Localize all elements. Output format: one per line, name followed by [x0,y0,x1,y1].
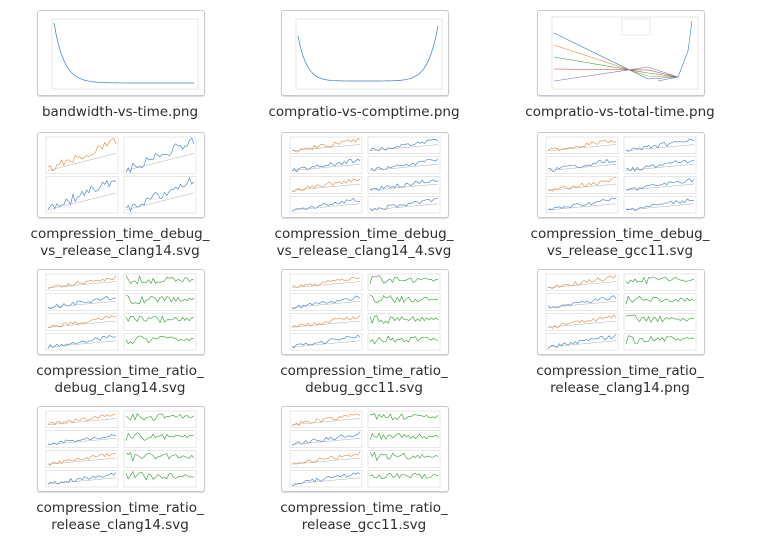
file-name[interactable]: compratio-vs-comptime.png [244,104,484,121]
thumbnail-image [45,273,197,351]
thumbnail-image [289,410,441,488]
thumbnail-image [295,18,443,90]
thumbnail-image [45,410,197,488]
file-thumbnail[interactable] [37,406,205,492]
thumbnail-image [545,273,697,351]
file-thumbnail[interactable] [281,406,449,492]
file-name[interactable]: compression_time_debug_ vs_release_clang… [0,226,240,260]
file-thumbnail[interactable] [37,132,205,218]
thumbnail-image [289,273,441,351]
file-thumbnail[interactable] [37,10,205,96]
thumbnail-image [51,18,199,90]
file-thumbnail[interactable] [281,269,449,355]
file-thumbnail[interactable] [37,269,205,355]
file-name[interactable]: compression_time_ratio_ debug_gcc11.svg [244,363,484,397]
file-thumbnail[interactable] [537,132,705,218]
file-name[interactable]: compression_time_ratio_ release_clang14.… [500,363,740,397]
file-name[interactable]: compression_time_ratio_ release_gcc11.sv… [244,500,484,534]
file-name[interactable]: compratio-vs-total-time.png [500,104,740,121]
file-name[interactable]: compression_time_ratio_ release_clang14.… [0,500,240,534]
file-name[interactable]: bandwidth-vs-time.png [0,104,240,121]
thumbnail-image [45,136,197,214]
file-thumbnail[interactable] [281,10,449,96]
file-name[interactable]: compression_time_ratio_ debug_clang14.sv… [0,363,240,397]
file-thumbnail[interactable] [281,132,449,218]
file-name[interactable]: compression_time_debug_ vs_release_clang… [244,226,484,260]
file-name[interactable]: compression_time_debug_ vs_release_gcc11… [500,226,740,260]
file-thumbnail[interactable] [537,269,705,355]
thumbnail-image [551,16,699,90]
thumbnail-image [545,136,697,214]
thumbnail-image [289,136,441,214]
file-thumbnail[interactable] [537,10,705,96]
